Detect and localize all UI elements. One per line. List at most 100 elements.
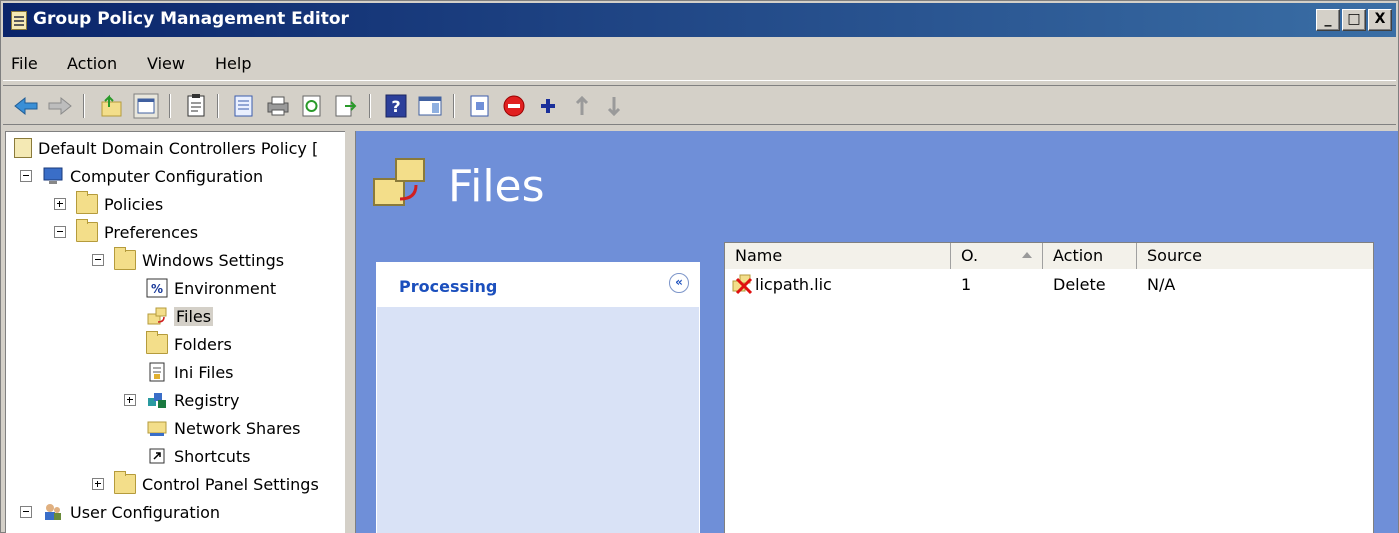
registry-icon <box>148 393 166 408</box>
folder-icon <box>114 247 136 270</box>
gpo-editor-icon <box>11 11 27 30</box>
back-arrow-icon[interactable] <box>13 93 39 119</box>
cell-source: N/A <box>1147 275 1176 294</box>
svg-text:%: % <box>151 282 163 296</box>
tree-item-shortcuts[interactable]: Shortcuts <box>146 442 250 470</box>
tree-item-label: Preferences <box>104 222 199 242</box>
expand-toggle[interactable] <box>54 198 66 210</box>
computer-icon <box>43 167 63 184</box>
network-share-icon <box>147 421 167 436</box>
column-header-order-label: O. <box>961 246 979 265</box>
cell-order: 1 <box>961 275 972 294</box>
tree-item-label: Windows Settings <box>142 250 285 270</box>
tree-item-label: Files <box>174 306 214 326</box>
policy-document-icon <box>14 138 32 158</box>
refresh-icon[interactable] <box>299 93 325 119</box>
title-bar[interactable]: Group Policy Management Editor _ □ X <box>3 3 1396 37</box>
tree-item-policies[interactable]: Policies <box>54 190 163 218</box>
table-row[interactable]: licpath.lic 1 Delete N/A <box>725 271 1373 299</box>
tree-item-preferences[interactable]: Preferences <box>54 218 198 246</box>
new-item-icon[interactable] <box>467 93 493 119</box>
sort-ascending-icon <box>1022 252 1032 258</box>
export-icon[interactable] <box>333 93 359 119</box>
menu-bar: File Action View Help <box>3 45 1396 81</box>
collapse-toggle[interactable] <box>20 170 32 182</box>
tree-item-ini-files[interactable]: Ini Files <box>146 358 234 386</box>
maximize-button[interactable]: □ <box>1342 9 1366 31</box>
control-panel-folder-icon <box>114 471 136 494</box>
tree-item-registry[interactable]: Registry <box>124 386 240 414</box>
tree-item-label: Policies <box>104 194 164 214</box>
folder-icon <box>76 219 98 242</box>
menu-action[interactable]: Action <box>67 54 117 73</box>
column-header-name[interactable]: Name <box>725 243 951 269</box>
column-header-order[interactable]: O. <box>951 243 1043 269</box>
close-button[interactable]: X <box>1368 9 1392 31</box>
tree-item-label: Environment <box>174 278 277 298</box>
tree-item-label: User Configuration <box>70 502 221 522</box>
tree-item-network-shares[interactable]: Network Shares <box>146 414 300 442</box>
move-up-icon[interactable] <box>569 93 595 119</box>
collapse-panel-button[interactable]: « <box>669 273 689 293</box>
tree-item-environment[interactable]: % Environment <box>146 274 276 302</box>
column-header-action[interactable]: Action <box>1043 243 1137 269</box>
tree-item-policy-root[interactable]: Default Domain Controllers Policy [ <box>14 134 318 162</box>
minimize-button[interactable]: _ <box>1316 9 1340 31</box>
menu-view[interactable]: View <box>147 54 185 73</box>
move-down-icon[interactable] <box>601 93 627 119</box>
navigation-tree[interactable]: Default Domain Controllers Policy [ Comp… <box>5 131 345 533</box>
window-title: Group Policy Management Editor <box>33 9 349 29</box>
help-icon[interactable]: ? <box>383 93 409 119</box>
environment-icon: % <box>146 278 168 298</box>
tree-item-folders[interactable]: Folders <box>146 330 232 358</box>
tree-item-label: Registry <box>174 390 240 410</box>
processing-title: Processing <box>399 277 498 296</box>
column-header-source[interactable]: Source <box>1137 243 1373 269</box>
menu-file[interactable]: File <box>11 54 38 73</box>
details-pane: Files Processing « Name O. Action Source… <box>355 131 1398 533</box>
page-title: Files <box>448 161 545 212</box>
tree-item-computer-configuration[interactable]: Computer Configuration <box>20 162 263 190</box>
collapse-toggle[interactable] <box>54 226 66 238</box>
toolbar: ? <box>3 85 1396 125</box>
show-hide-tree-icon[interactable] <box>133 93 159 119</box>
tree-item-label: Default Domain Controllers Policy [ <box>38 138 319 158</box>
expand-toggle[interactable] <box>92 478 104 490</box>
file-delete-icon <box>732 274 753 295</box>
files-large-icon <box>373 158 425 206</box>
users-icon <box>45 504 61 520</box>
tree-item-control-panel-settings[interactable]: Control Panel Settings <box>92 470 319 498</box>
file-name: licpath.lic <box>755 275 832 294</box>
print-icon[interactable] <box>265 93 291 119</box>
folder-icon <box>76 191 98 214</box>
collapse-toggle[interactable] <box>20 506 32 518</box>
up-folder-icon[interactable] <box>99 93 125 119</box>
list-header: Name O. Action Source <box>725 243 1373 269</box>
forward-arrow-icon[interactable] <box>47 93 73 119</box>
collapse-toggle[interactable] <box>92 254 104 266</box>
folders-icon <box>146 331 168 354</box>
tree-item-label: Computer Configuration <box>70 166 264 186</box>
files-icon <box>147 307 167 325</box>
processing-header[interactable]: Processing « <box>377 263 699 307</box>
tree-item-label: Ini Files <box>174 362 234 382</box>
delete-icon[interactable] <box>501 93 527 119</box>
shortcut-icon <box>149 448 165 464</box>
menu-help[interactable]: Help <box>215 54 251 73</box>
tree-item-label: Shortcuts <box>174 446 251 466</box>
tree-item-user-configuration[interactable]: User Configuration <box>20 498 220 526</box>
svg-text:?: ? <box>391 97 400 116</box>
expand-toggle[interactable] <box>124 394 136 406</box>
tree-item-windows-settings[interactable]: Windows Settings <box>92 246 284 274</box>
files-list[interactable]: Name O. Action Source licpath.lic 1 Dele… <box>724 242 1374 533</box>
pane-splitter[interactable] <box>345 131 355 533</box>
processing-panel: Processing « <box>376 262 700 533</box>
add-icon[interactable] <box>535 93 561 119</box>
tree-item-files[interactable]: Files <box>146 302 214 330</box>
export-list-icon[interactable] <box>231 93 257 119</box>
tree-item-label: Network Shares <box>174 418 301 438</box>
properties-icon[interactable] <box>183 93 209 119</box>
show-hide-action-pane-icon[interactable] <box>417 93 443 119</box>
cell-name: licpath.lic <box>725 271 951 299</box>
tree-item-label: Folders <box>174 334 232 354</box>
